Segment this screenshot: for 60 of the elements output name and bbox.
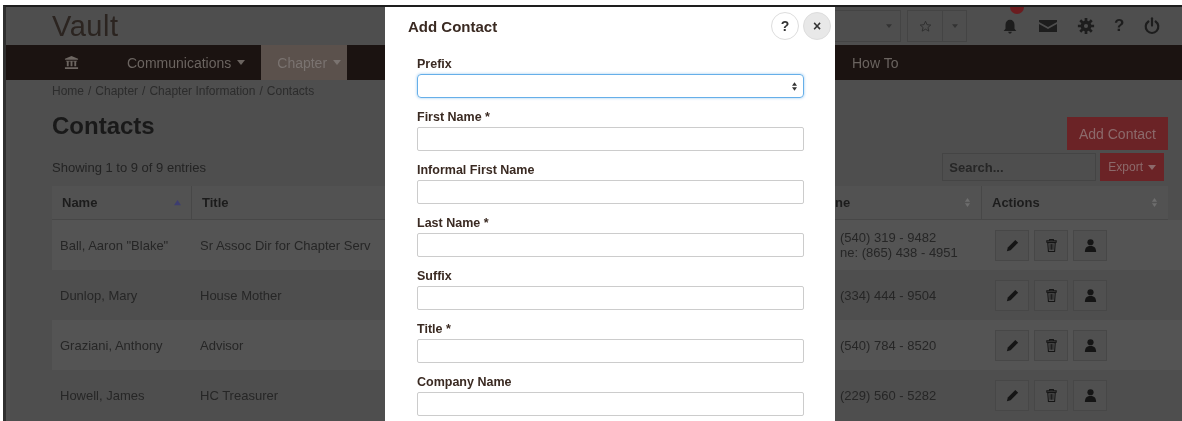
text-input[interactable] [417,127,804,151]
user-icon [1082,337,1098,353]
close-button[interactable]: × [803,12,831,40]
delete-button[interactable] [1034,279,1068,311]
pencil-icon [1004,287,1020,303]
trash-icon [1043,387,1059,403]
field-label: Prefix [417,57,453,71]
bank-icon[interactable] [64,55,79,70]
field-label: Informal First Name [417,163,536,177]
user-icon [1082,237,1098,253]
pencil-icon [1004,337,1020,353]
delete-button[interactable] [1034,329,1068,361]
star-icon [918,19,932,33]
breadcrumb-separator: / [142,84,146,98]
edit-button[interactable] [995,379,1029,411]
dialog-title: Add Contact [408,17,498,35]
help-button[interactable]: ? [771,12,799,40]
favorites-button[interactable] [907,10,943,42]
envelope-icon[interactable] [1038,17,1058,35]
edit-button[interactable] [995,329,1029,361]
dropdown-field[interactable] [835,10,901,42]
delete-button[interactable] [1034,379,1068,411]
text-input[interactable] [417,180,804,204]
user-icon [1082,287,1098,303]
notification-badge[interactable] [1010,7,1024,15]
user-button[interactable] [1073,329,1107,361]
user-button[interactable] [1073,379,1107,411]
help-link[interactable]: ? [1114,16,1125,36]
user-button[interactable] [1073,229,1107,261]
pencil-icon [1004,237,1020,253]
field-label: Last Name * [417,216,490,230]
field-label: Suffix [417,269,453,283]
field-label: First Name * [417,110,491,124]
settings-icon[interactable] [1076,17,1096,35]
text-input[interactable] [417,339,804,363]
text-input[interactable] [417,286,804,310]
field-label: Company Name [417,375,513,389]
text-input[interactable] [417,392,804,416]
nav-tab[interactable]: Communications [111,45,262,80]
caret-icon [237,60,246,65]
user-icon [1082,387,1098,403]
edit-button[interactable] [995,229,1029,261]
pencil-icon [1004,387,1020,403]
caret-icon [1148,164,1156,170]
user-button[interactable] [1073,279,1107,311]
delete-button[interactable] [1034,229,1068,261]
favorites-menu-button[interactable] [942,10,967,42]
prefix-select[interactable] [417,74,804,98]
add-contact-button[interactable]: Add Contact [1066,117,1168,150]
trash-icon [1043,237,1059,253]
trash-icon [1043,287,1059,303]
trash-icon [1043,337,1059,353]
breadcrumb-separator: / [88,84,92,98]
text-input[interactable] [417,233,804,257]
edit-button[interactable] [995,279,1029,311]
caret-icon [333,60,342,65]
export-button[interactable]: Export [1100,153,1164,181]
field-label: Title * [417,322,452,336]
select-arrows-icon [792,81,797,91]
breadcrumb-separator: / [259,84,263,98]
